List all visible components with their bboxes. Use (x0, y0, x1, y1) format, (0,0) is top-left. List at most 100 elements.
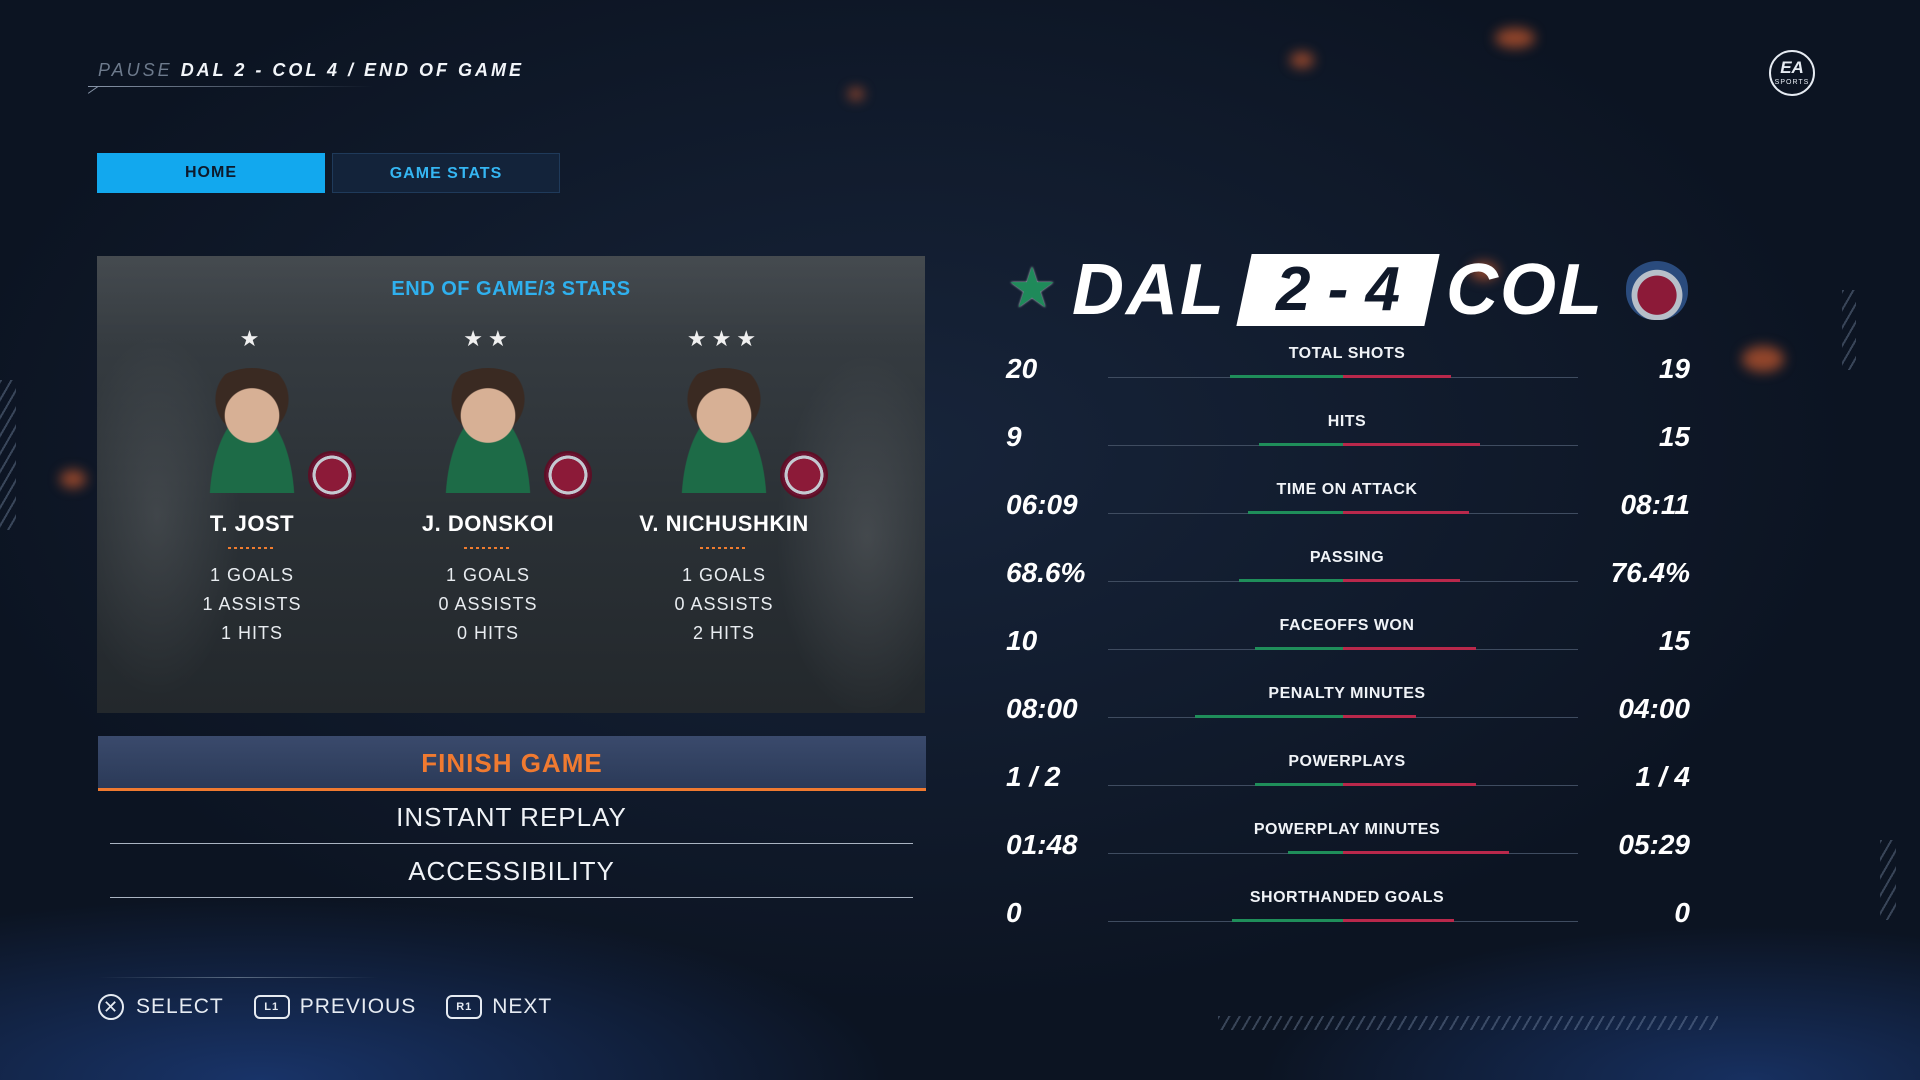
stat-row: 06:09 TIME ON ATTACK 08:11 (1004, 481, 1690, 525)
stat-row: 01:48 POWERPLAY MINUTES 05:29 (1004, 821, 1690, 865)
stat-row: 10 FACEOFFS WON 15 (1004, 617, 1690, 661)
stat-away-bar (1343, 579, 1460, 582)
stat-home-bar (1288, 851, 1343, 854)
breadcrumb-tick (87, 86, 99, 94)
ember-glow (848, 88, 864, 100)
stat-away-value: 04:00 (1618, 693, 1690, 724)
avalanche-logo-icon (544, 451, 592, 499)
stat-away-value: 08:11 (1620, 489, 1690, 520)
hint-next-label: NEXT (492, 995, 553, 1018)
breadcrumb-underline (88, 86, 373, 87)
player-name: T. JOST (209, 511, 295, 536)
ea-sports-logo: EA SPORTS (1769, 50, 1815, 96)
name-underline (228, 547, 276, 549)
l1-button-icon: L1 (253, 995, 290, 1019)
final-score: 2 - 4 (1275, 255, 1401, 324)
stat-away-bar (1343, 715, 1416, 718)
tab-home[interactable]: HOME (97, 153, 325, 193)
stat-away-value: 15 (1658, 625, 1690, 656)
player-goals: 1 GOALS (445, 565, 531, 585)
player-name: J. DONSKOI (421, 511, 555, 536)
ea-logo-subtext: SPORTS (1774, 79, 1810, 86)
player-portrait (426, 368, 592, 499)
stat-home-bar (1259, 443, 1343, 446)
hint-next[interactable]: R1 NEXT (446, 995, 552, 1019)
tab-game-stats[interactable]: GAME STATS (332, 153, 560, 193)
player-assists: 0 ASSISTS (438, 594, 538, 614)
star-player-2: ★★ J. DONSKOI 1 GOALS 0 ASSISTS 0 HITS (370, 326, 606, 648)
name-underline (700, 547, 748, 549)
hint-previous[interactable]: L1 PREVIOUS (253, 995, 417, 1019)
stat-home-bar (1230, 375, 1343, 378)
stat-label: HITS (1327, 413, 1367, 430)
star-player-3: ★★★ V. NICHUSHKIN 1 GOALS 0 ASSISTS 2 HI… (606, 326, 842, 648)
stat-away-value: 19 (1658, 353, 1690, 384)
stat-label: TOTAL SHOTS (1288, 345, 1406, 362)
button-hints: ✕ SELECT L1 PREVIOUS R1 NEXT (98, 994, 582, 1020)
hint-select-label: SELECT (136, 995, 224, 1018)
menu-finish-game[interactable]: FINISH GAME (98, 736, 926, 791)
stars-logo-icon: ★ (1006, 256, 1058, 319)
stat-away-bar (1343, 375, 1451, 378)
player-name: V. NICHUSHKIN (639, 511, 809, 536)
stat-row: 1 / 2 POWERPLAYS 1 / 4 (1004, 753, 1690, 797)
decor-hatch (1880, 840, 1896, 920)
stat-home-bar (1255, 647, 1343, 650)
stat-label: PENALTY MINUTES (1268, 685, 1426, 702)
stat-away-bar (1343, 783, 1476, 786)
ember-glow (1495, 28, 1535, 48)
stat-home-bar (1239, 579, 1343, 582)
menu-instant-replay[interactable]: INSTANT REPLAY (110, 791, 913, 844)
stat-away-value: 1 / 4 (1635, 761, 1690, 792)
home-team-abbr: DAL (1072, 250, 1226, 330)
breadcrumb-path: DAL 2 - COL 4 / END OF GAME (180, 60, 525, 80)
hint-select[interactable]: ✕ SELECT (98, 994, 224, 1020)
avalanche-logo-icon (1626, 258, 1688, 320)
r1-button-icon: R1 (446, 995, 483, 1019)
stat-row: 08:00 PENALTY MINUTES 04:00 (1004, 685, 1690, 729)
cross-button-icon: ✕ (98, 994, 124, 1020)
away-team-abbr: COL (1446, 250, 1604, 330)
stat-row: 9 HITS 15 (1004, 413, 1690, 457)
avalanche-logo-icon (780, 451, 828, 499)
breadcrumb-pause: PAUSE (98, 60, 173, 80)
stat-away-bar (1343, 919, 1454, 922)
stat-label: TIME ON ATTACK (1276, 481, 1418, 498)
ember-glow (60, 470, 86, 488)
stat-away-bar (1343, 511, 1469, 514)
ea-logo-text: EA (1780, 58, 1804, 77)
stat-label: SHORTHANDED GOALS (1249, 889, 1445, 906)
stat-away-value: 05:29 (1618, 829, 1690, 860)
star-rank-icon: ★★★ (686, 326, 762, 351)
stat-label: POWERPLAY MINUTES (1253, 821, 1441, 838)
ember-glow (1290, 52, 1314, 68)
three-stars-panel: END OF GAME/3 STARS ★ T. JOST 1 GOALS 1 … (97, 256, 925, 713)
star-player-1: ★ T. JOST 1 GOALS 1 ASSISTS 1 HITS (134, 326, 370, 648)
stat-row: 0 SHORTHANDED GOALS 0 (1004, 889, 1690, 933)
scoreboard: ★ DAL 2 - 4 COL (1004, 254, 1694, 326)
player-hits: 1 HITS (220, 623, 283, 643)
stat-away-bar (1343, 851, 1509, 854)
hint-previous-label: PREVIOUS (299, 995, 417, 1018)
player-portrait (190, 368, 356, 499)
stat-label: FACEOFFS WON (1279, 617, 1415, 634)
star-rank-icon: ★★ (463, 326, 513, 351)
stat-away-bar (1343, 647, 1476, 650)
stat-row: 68.6% PASSING 76.4% (1004, 549, 1690, 593)
stat-home-bar (1255, 783, 1343, 786)
player-hits: 2 HITS (692, 623, 755, 643)
star-rank-icon: ★ (239, 326, 265, 351)
name-underline (464, 547, 512, 549)
stat-away-value: 76.4% (1610, 557, 1690, 588)
stat-home-bar (1195, 715, 1343, 718)
decor-hatch (1842, 290, 1856, 370)
decor-hatch (0, 380, 16, 530)
stat-away-value: 15 (1658, 421, 1690, 452)
decor-hatch (1218, 1016, 1718, 1030)
player-assists: 0 ASSISTS (674, 594, 774, 614)
player-portrait (662, 368, 828, 499)
menu-accessibility[interactable]: ACCESSIBILITY (110, 845, 913, 898)
stat-away-value: 0 (1674, 897, 1690, 928)
stat-home-bar (1248, 511, 1343, 514)
player-hits: 0 HITS (456, 623, 519, 643)
